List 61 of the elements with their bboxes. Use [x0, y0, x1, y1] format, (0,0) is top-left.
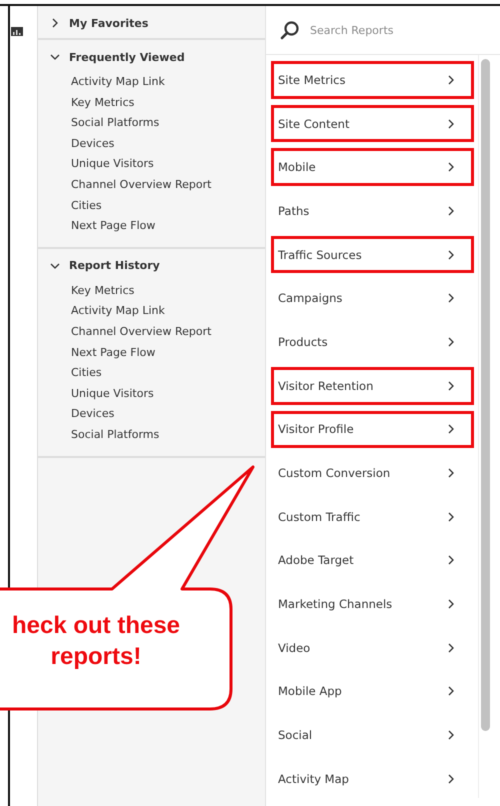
section-header[interactable]: Frequently Viewed	[50, 48, 265, 66]
report-category[interactable]: Mobile App	[271, 672, 474, 710]
report-category[interactable]: Products	[271, 323, 474, 361]
report-category[interactable]: Marketing Channels	[271, 585, 474, 623]
report-link[interactable]: Activity Map Link	[71, 301, 265, 322]
chevron-icon	[446, 250, 456, 260]
search-field[interactable]: Search Reports	[308, 22, 462, 38]
chevron-icon	[446, 468, 456, 478]
chevron-icon	[446, 642, 456, 653]
report-link[interactable]: Key Metrics	[71, 280, 265, 302]
chevron-icon	[446, 774, 456, 784]
report-link[interactable]: Social Platforms	[71, 424, 265, 446]
report-category[interactable]: Traffic Sources	[271, 236, 474, 274]
report-link[interactable]: Next Page Flow	[71, 216, 265, 237]
report-link[interactable]: Channel Overview Report	[71, 174, 265, 196]
report-link[interactable]: Devices	[71, 404, 265, 425]
report-category[interactable]: Paths	[271, 192, 474, 230]
chevron-icon	[446, 380, 456, 391]
report-link[interactable]: Unique Visitors	[71, 384, 265, 404]
report-link[interactable]: Cities	[71, 196, 265, 216]
report-link[interactable]: Devices	[71, 134, 265, 154]
chevron-icon	[50, 18, 60, 28]
report-link[interactable]: Channel Overview Report	[71, 322, 265, 343]
chevron-icon	[446, 555, 456, 566]
report-category[interactable]: Social	[271, 716, 474, 754]
chevron-icon	[50, 260, 60, 271]
chevron-icon	[50, 52, 60, 62]
chevron-icon	[446, 293, 456, 304]
report-link[interactable]: Unique Visitors	[71, 154, 265, 175]
search-icon	[280, 20, 300, 40]
report-link[interactable]: Social Platforms	[71, 113, 265, 134]
chevron-icon	[446, 599, 456, 610]
report-category[interactable]: Visitor Retention	[271, 366, 474, 404]
report-category[interactable]: Site Metrics	[271, 61, 474, 99]
chevron-icon	[446, 118, 456, 129]
report-category[interactable]: Custom Traffic	[271, 498, 474, 536]
chevron-icon	[446, 686, 456, 696]
section-header[interactable]: Report History	[50, 256, 265, 275]
report-category[interactable]: Adobe Target	[271, 542, 474, 580]
chevron-icon	[446, 730, 456, 740]
report-category[interactable]: Mobile	[271, 148, 474, 186]
report-link[interactable]: Activity Map Link	[71, 72, 265, 93]
report-link[interactable]: Cities	[71, 363, 265, 384]
report-link[interactable]: Key Metrics	[71, 92, 265, 114]
report-category[interactable]: Campaigns	[271, 279, 474, 318]
chevron-icon	[446, 512, 456, 522]
chart-icon[interactable]	[11, 27, 23, 36]
chevron-icon	[446, 162, 456, 172]
report-category[interactable]: Custom Conversion	[271, 454, 474, 492]
chevron-icon	[446, 424, 456, 434]
report-category[interactable]: Activity Map	[271, 760, 474, 798]
callout-text: heck out these reports!	[10, 611, 182, 672]
section-header[interactable]: My Favorites	[50, 14, 265, 32]
report-category[interactable]: Visitor Profile	[271, 410, 474, 448]
report-link[interactable]: Next Page Flow	[71, 342, 265, 364]
report-category[interactable]: Video	[271, 628, 474, 667]
chevron-icon	[446, 336, 456, 347]
scrollbar-thumb[interactable]	[481, 59, 490, 731]
chevron-icon	[446, 206, 456, 216]
chevron-icon	[446, 74, 456, 85]
report-category[interactable]: Site Content	[271, 104, 474, 142]
